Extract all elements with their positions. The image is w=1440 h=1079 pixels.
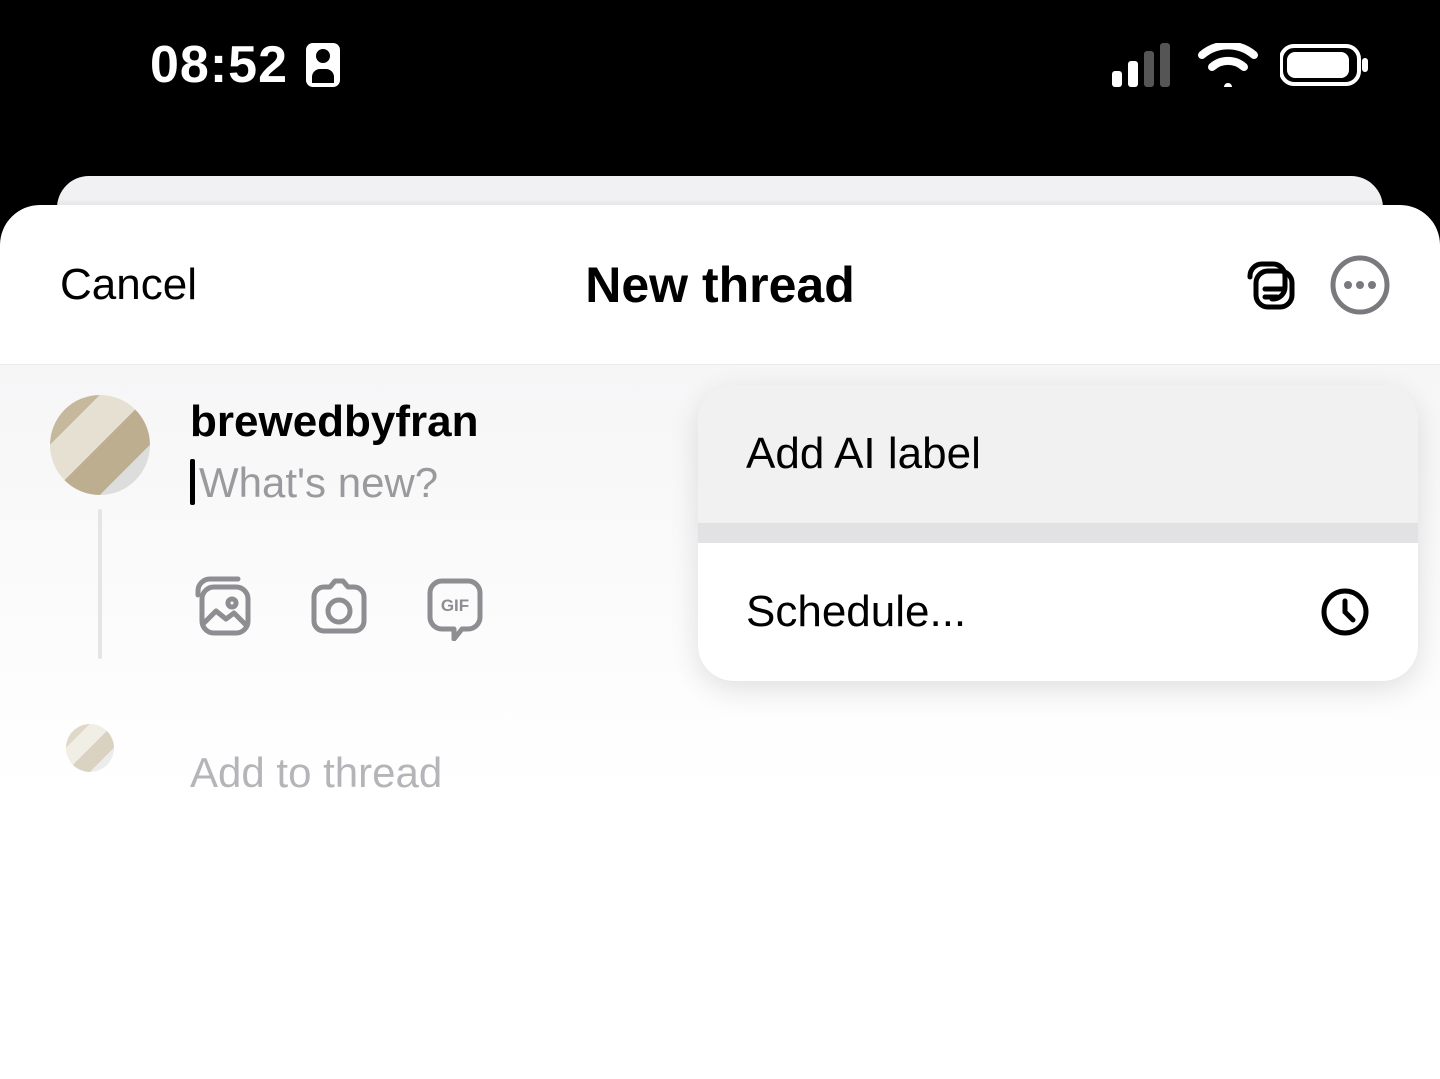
menu-separator — [698, 523, 1418, 543]
portrait-orientation-icon — [306, 43, 340, 87]
status-bar: 08:52 — [0, 0, 1440, 130]
gallery-icon[interactable] — [190, 575, 256, 641]
svg-text:GIF: GIF — [441, 596, 469, 615]
menu-item-schedule[interactable]: Schedule... — [698, 543, 1418, 681]
more-options-button[interactable] — [1330, 255, 1390, 315]
thread-connector-line — [98, 509, 102, 659]
wifi-icon — [1198, 43, 1258, 87]
menu-item-label: Schedule... — [746, 587, 966, 637]
drafts-icon[interactable] — [1240, 255, 1300, 315]
menu-item-ai-label[interactable]: Add AI label — [698, 385, 1418, 523]
gif-icon[interactable]: GIF — [422, 575, 488, 641]
text-cursor — [190, 459, 195, 505]
sheet-title: New thread — [585, 256, 855, 314]
sheet-header: Cancel New thread — [0, 205, 1440, 365]
clock-icon — [1320, 587, 1370, 637]
composer-placeholder: What's new? — [199, 459, 438, 507]
cancel-button[interactable]: Cancel — [60, 260, 197, 310]
more-options-menu: Add AI label Schedule... — [698, 385, 1418, 681]
avatar[interactable] — [50, 395, 150, 495]
menu-item-label: Add AI label — [746, 429, 981, 479]
cell-signal-icon — [1112, 43, 1176, 87]
camera-icon[interactable] — [306, 575, 372, 641]
battery-icon — [1280, 43, 1370, 87]
add-to-thread-button[interactable]: Add to thread — [190, 749, 442, 797]
avatar-small — [66, 724, 114, 772]
compose-sheet: Cancel New thread — [0, 205, 1440, 1079]
status-time: 08:52 — [150, 35, 288, 95]
